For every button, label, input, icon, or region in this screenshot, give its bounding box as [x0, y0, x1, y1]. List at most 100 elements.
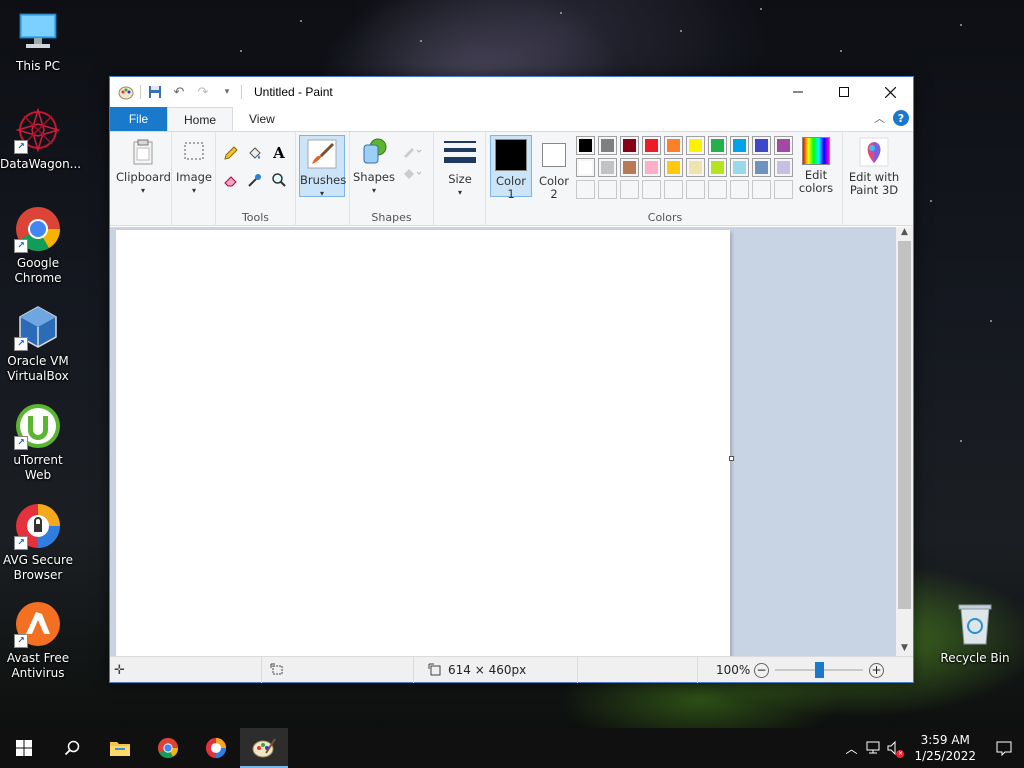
- brushes-button[interactable]: Brushes ▾: [299, 135, 346, 198]
- magnifier-icon[interactable]: [268, 169, 290, 191]
- clipboard-button[interactable]: Clipboard ▾: [116, 137, 171, 197]
- maximize-button[interactable]: [821, 77, 867, 107]
- desktop-icon-avg-browser[interactable]: ↗ AVG Secure Browser: [0, 502, 76, 583]
- color-swatch[interactable]: [664, 136, 683, 155]
- tools-group: A Tools: [216, 132, 296, 226]
- text-tool-icon[interactable]: A: [268, 142, 290, 164]
- desktop-icon-label: Avast Free Antivirus: [6, 651, 70, 680]
- search-button[interactable]: [48, 728, 96, 768]
- image-button[interactable]: Image ▾: [174, 137, 214, 197]
- size-button[interactable]: Size ▾: [438, 137, 482, 199]
- color-swatch[interactable]: [774, 136, 793, 155]
- shortcut-arrow-icon: ↗: [14, 536, 28, 550]
- tab-view[interactable]: View: [233, 107, 291, 131]
- color-swatch[interactable]: [752, 158, 771, 177]
- color-swatch[interactable]: [620, 180, 639, 199]
- paint-app-icon[interactable]: [116, 82, 136, 102]
- color-swatch[interactable]: [686, 136, 705, 155]
- zoom-controls: 100% − +: [716, 657, 884, 683]
- desktop-icon-avast[interactable]: ↗ Avast Free Antivirus: [0, 600, 76, 681]
- color-swatch[interactable]: [664, 158, 683, 177]
- start-button[interactable]: [0, 728, 48, 768]
- color-swatch[interactable]: [730, 136, 749, 155]
- scrollbar-thumb[interactable]: [898, 241, 911, 609]
- notifications-button[interactable]: [984, 728, 1024, 768]
- fill-icon[interactable]: [400, 162, 424, 184]
- zoom-slider[interactable]: [775, 662, 863, 678]
- scroll-up-icon[interactable]: ▲: [896, 227, 913, 241]
- color-swatch[interactable]: [708, 180, 727, 199]
- close-button[interactable]: [867, 77, 913, 107]
- color-swatch[interactable]: [642, 180, 661, 199]
- collapse-ribbon-icon[interactable]: ︿: [874, 110, 885, 126]
- customize-quick-access-icon[interactable]: ▾: [217, 82, 237, 102]
- help-icon[interactable]: ?: [893, 110, 909, 126]
- color-swatch[interactable]: [752, 136, 771, 155]
- color-swatch[interactable]: [752, 180, 771, 199]
- color-swatch[interactable]: [576, 158, 595, 177]
- minimize-button[interactable]: [775, 77, 821, 107]
- color-swatch[interactable]: [664, 180, 683, 199]
- avg-browser-icon: ↗: [14, 502, 62, 550]
- color-swatch[interactable]: [598, 136, 617, 155]
- tab-home[interactable]: Home: [167, 107, 234, 131]
- save-icon[interactable]: [145, 82, 165, 102]
- resize-handle-right[interactable]: [729, 456, 734, 461]
- color1-button[interactable]: Color 1: [490, 135, 532, 201]
- color-swatch[interactable]: [774, 180, 793, 199]
- color-swatch[interactable]: [620, 158, 639, 177]
- undo-icon[interactable]: ↶: [169, 82, 189, 102]
- tab-file[interactable]: File: [110, 107, 167, 131]
- color-swatch[interactable]: [708, 136, 727, 155]
- fill-bucket-icon[interactable]: [244, 142, 266, 164]
- color-swatch[interactable]: [774, 158, 793, 177]
- color-swatch[interactable]: [686, 158, 705, 177]
- zoom-in-button[interactable]: +: [869, 662, 884, 678]
- shapes-button[interactable]: Shapes ▾: [352, 137, 396, 197]
- color-swatch[interactable]: [642, 158, 661, 177]
- edit-with-paint3d-button[interactable]: Edit with Paint 3D: [846, 137, 902, 197]
- zoom-slider-thumb[interactable]: [814, 662, 824, 678]
- taskbar-avg-browser[interactable]: [192, 728, 240, 768]
- edit-colors-button[interactable]: Edit colors: [794, 137, 838, 195]
- color-swatch[interactable]: [576, 136, 595, 155]
- drawing-canvas[interactable]: [116, 230, 730, 657]
- taskbar-paint[interactable]: [240, 728, 288, 768]
- utorrent-icon: ↗: [14, 402, 62, 450]
- network-icon[interactable]: [862, 741, 884, 755]
- color-swatch[interactable]: [730, 158, 749, 177]
- vertical-scrollbar[interactable]: ▲ ▼: [896, 227, 913, 657]
- clock[interactable]: 3:59 AM 1/25/2022: [906, 732, 984, 764]
- color-swatch[interactable]: [620, 136, 639, 155]
- color-swatch[interactable]: [730, 180, 749, 199]
- desktop-icon-virtualbox[interactable]: ↗ Oracle VM VirtualBox: [0, 303, 76, 384]
- taskbar-chrome[interactable]: [144, 728, 192, 768]
- desktop-icon-google-chrome[interactable]: ↗ Google Chrome: [0, 205, 76, 286]
- desktop-icon-label: DataWagon...: [0, 157, 82, 171]
- color-swatch[interactable]: [576, 180, 595, 199]
- color-swatch[interactable]: [686, 180, 705, 199]
- image-dimensions: 614 × 460px: [448, 663, 527, 677]
- redo-icon[interactable]: ↷: [193, 82, 213, 102]
- scroll-down-icon[interactable]: ▼: [896, 643, 913, 657]
- volume-muted-icon[interactable]: ×: [884, 741, 906, 758]
- taskbar-file-explorer[interactable]: [96, 728, 144, 768]
- outline-icon[interactable]: [400, 140, 424, 162]
- desktop-icon-datawagon[interactable]: ↗ DataWagon...: [0, 106, 82, 172]
- brush-icon: [306, 138, 338, 170]
- color2-button[interactable]: Color 2: [534, 136, 574, 201]
- color-picker-icon[interactable]: [244, 169, 266, 191]
- color-swatch[interactable]: [708, 158, 727, 177]
- color-swatch[interactable]: [598, 180, 617, 199]
- shortcut-arrow-icon: ↗: [14, 634, 28, 648]
- show-hidden-icons[interactable]: ︿: [840, 740, 862, 757]
- eraser-icon[interactable]: [220, 169, 242, 191]
- zoom-out-button[interactable]: −: [754, 662, 769, 678]
- pencil-icon[interactable]: [220, 142, 242, 164]
- color-swatch[interactable]: [642, 136, 661, 155]
- desktop-icon-recycle-bin[interactable]: Recycle Bin: [937, 600, 1013, 666]
- desktop-icon-this-pc[interactable]: This PC: [0, 8, 76, 74]
- desktop-icon-label: uTorrent Web: [13, 453, 63, 482]
- desktop-icon-utorrent[interactable]: ↗ uTorrent Web: [0, 402, 76, 483]
- color-swatch[interactable]: [598, 158, 617, 177]
